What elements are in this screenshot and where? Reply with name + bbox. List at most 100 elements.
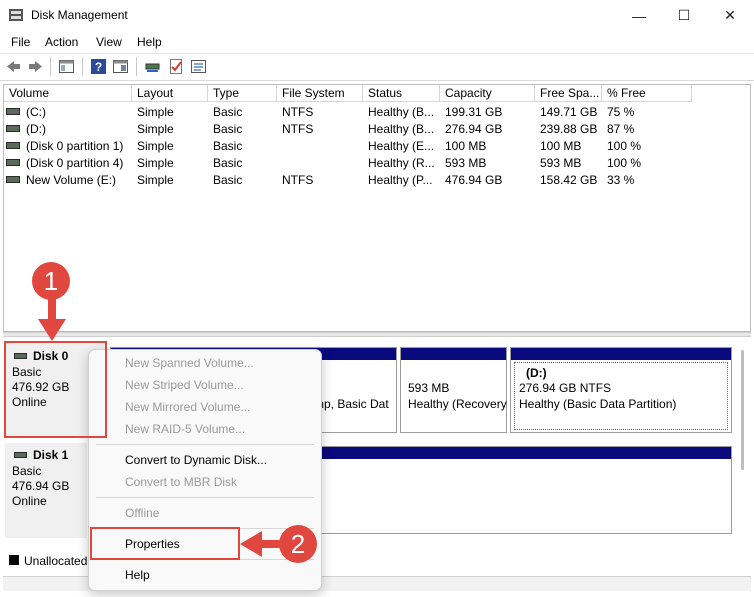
volume-icon [6,159,20,167]
partition-d-size: 276.94 GB NTFS [519,381,612,395]
disk-1-title: Disk 1 [14,448,68,462]
connect-icon[interactable] [144,58,161,75]
properties-icon[interactable] [112,58,129,75]
menu-action[interactable]: Action [45,35,78,49]
toolbar-separator [50,57,51,76]
step-1-arrow-icon [38,297,66,341]
volume-icon [6,142,20,150]
cell-type: Basic [213,139,243,153]
table-row[interactable]: (D:) Simple Basic NTFS Healthy (B... 276… [6,121,736,138]
volume-icon [6,176,20,184]
partition-bar [511,348,731,360]
cell-type: Basic [213,173,243,187]
cell-volume: (C:) [26,105,46,119]
cell-layout: Simple [137,156,174,170]
partition-d-status: Healthy (Basic Data Partition) [519,397,677,411]
close-button[interactable]: ✕ [707,0,753,31]
console-icon[interactable] [58,58,75,75]
disk-1-state: Online [12,494,47,508]
back-icon[interactable] [5,58,22,75]
column-header-capacity[interactable]: Capacity [440,85,535,102]
cell-type: Basic [213,105,243,119]
minimize-button[interactable]: — [616,0,662,31]
disk-1-type: Basic [12,464,42,478]
cell-layout: Simple [137,105,174,119]
menu-item-new-mirrored-volume[interactable]: New Mirrored Volume... [125,400,250,414]
column-header-percent-free[interactable]: % Free [602,85,692,102]
cell-layout: Simple [137,139,174,153]
cell-capacity: 593 MB [445,156,487,170]
volume-icon [6,125,20,133]
menu-item-convert-to-dynamic-disk[interactable]: Convert to Dynamic Disk... [125,453,267,467]
forward-icon[interactable] [27,58,44,75]
disk-1-size: 476.94 GB [12,479,70,493]
cell-status: Healthy (E... [368,139,435,153]
disk-0-highlight-box [4,341,107,438]
table-row[interactable]: New Volume (E:) Simple Basic NTFS Health… [6,172,736,189]
svg-text:?: ? [95,60,102,74]
cell-percent-free: 87 % [607,122,635,136]
menu-item-new-striped-volume[interactable]: New Striped Volume... [125,378,244,392]
menu-file[interactable]: File [11,35,30,49]
cell-capacity: 100 MB [445,139,487,153]
cell-capacity: 476.94 GB [445,173,503,187]
column-header-type[interactable]: Type [208,85,277,102]
graph-scrollbar[interactable] [738,350,746,470]
partition-recovery-size: 593 MB [408,381,450,395]
menu-item-help[interactable]: Help [125,568,150,582]
cell-capacity: 276.94 GB [445,122,503,136]
step-2-badge: 2 [279,525,317,563]
cell-volume: (Disk 0 partition 1) [26,139,124,153]
toolbar-separator [136,57,137,76]
table-row[interactable]: (Disk 0 partition 1) Simple Basic Health… [6,138,736,155]
cell-layout: Simple [137,122,174,136]
cell-free-space: 239.88 GB [540,122,598,136]
maximize-button[interactable]: ☐ [661,0,707,31]
column-header-file-system[interactable]: File System [277,85,363,102]
cell-percent-free: 100 % [607,156,642,170]
help-icon[interactable]: ? [90,58,107,75]
menu-item-new-raid5-volume[interactable]: New RAID-5 Volume... [125,422,245,436]
column-header-volume[interactable]: Volume [4,85,132,102]
table-row[interactable]: (C:) Simple Basic NTFS Healthy (B... 199… [6,104,736,121]
menu-item-offline[interactable]: Offline [125,506,159,520]
cell-file-system: NTFS [282,173,314,187]
cell-volume: New Volume (E:) [26,173,117,187]
list-icon[interactable] [190,58,207,75]
menu-item-convert-to-mbr-disk[interactable]: Convert to MBR Disk [125,475,237,489]
partition-c-status: mp, Basic Dat [314,397,389,411]
table-row[interactable]: (Disk 0 partition 4) Simple Basic Health… [6,155,736,172]
properties-highlight-box [90,527,240,560]
menu-view[interactable]: View [96,35,122,49]
cell-status: Healthy (B... [368,105,435,119]
step-1-badge: 1 [32,262,70,300]
column-header-status[interactable]: Status [363,85,440,102]
disk-icon [14,451,27,458]
menu-separator [96,497,314,498]
toolbar-separator [82,57,83,76]
disk-management-app-icon [9,9,23,21]
cell-volume: (Disk 0 partition 4) [26,156,124,170]
cell-percent-free: 75 % [607,105,635,119]
cell-percent-free: 33 % [607,173,635,187]
partition-bar [401,348,506,360]
cell-type: Basic [213,156,243,170]
window-title: Disk Management [31,8,128,22]
menu-separator [96,444,314,445]
menu-help[interactable]: Help [137,35,162,49]
unallocated-legend-label: Unallocated [24,554,88,568]
menu-item-new-spanned-volume[interactable]: New Spanned Volume... [125,356,254,370]
cell-free-space: 149.71 GB [540,105,598,119]
column-header-layout[interactable]: Layout [132,85,208,102]
cell-volume: (D:) [26,122,46,136]
column-header-free-space[interactable]: Free Spa... [535,85,602,102]
cell-file-system: NTFS [282,122,314,136]
unallocated-legend-swatch [9,555,19,565]
volume-icon [6,108,20,116]
cell-type: Basic [213,122,243,136]
cell-capacity: 199.31 GB [445,105,503,119]
checklist-icon[interactable] [168,58,185,75]
cell-free-space: 158.42 GB [540,173,598,187]
cell-status: Healthy (B... [368,122,435,136]
cell-status: Healthy (P... [368,173,433,187]
